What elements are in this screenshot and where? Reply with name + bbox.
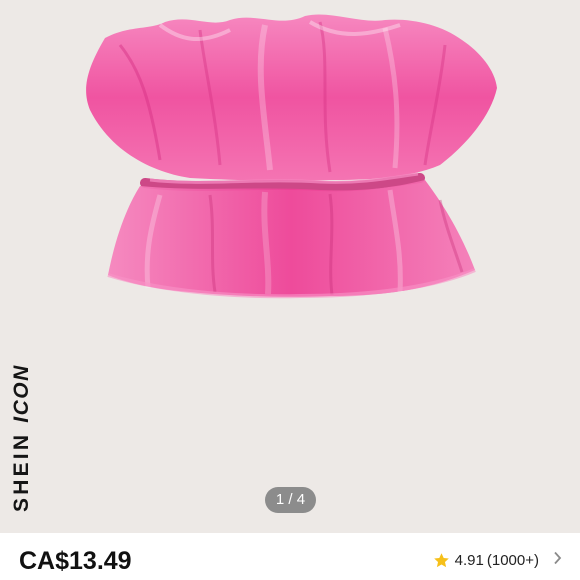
ruffle-top-illustration xyxy=(86,14,497,299)
brand-line: ICON xyxy=(10,364,33,423)
brand-name: SHEIN xyxy=(10,431,33,512)
product-price: CA$13.49 xyxy=(19,547,132,575)
product-image[interactable] xyxy=(0,0,580,530)
product-detail-screen: SHEIN ICON 1 / 4 CA$13.49 4.91 (1000+) xyxy=(0,0,580,580)
rating-score: 4.91 xyxy=(454,552,484,569)
chevron-right-icon[interactable] xyxy=(553,551,562,570)
product-info-bar: CA$13.49 4.91 (1000+) xyxy=(0,533,580,580)
image-pager-indicator: 1 / 4 xyxy=(265,487,316,513)
star-icon xyxy=(433,553,449,568)
brand-logo: SHEIN ICON xyxy=(10,364,34,512)
review-count: (1000+) xyxy=(486,552,539,569)
rating-summary[interactable]: 4.91 (1000+) xyxy=(433,551,562,570)
